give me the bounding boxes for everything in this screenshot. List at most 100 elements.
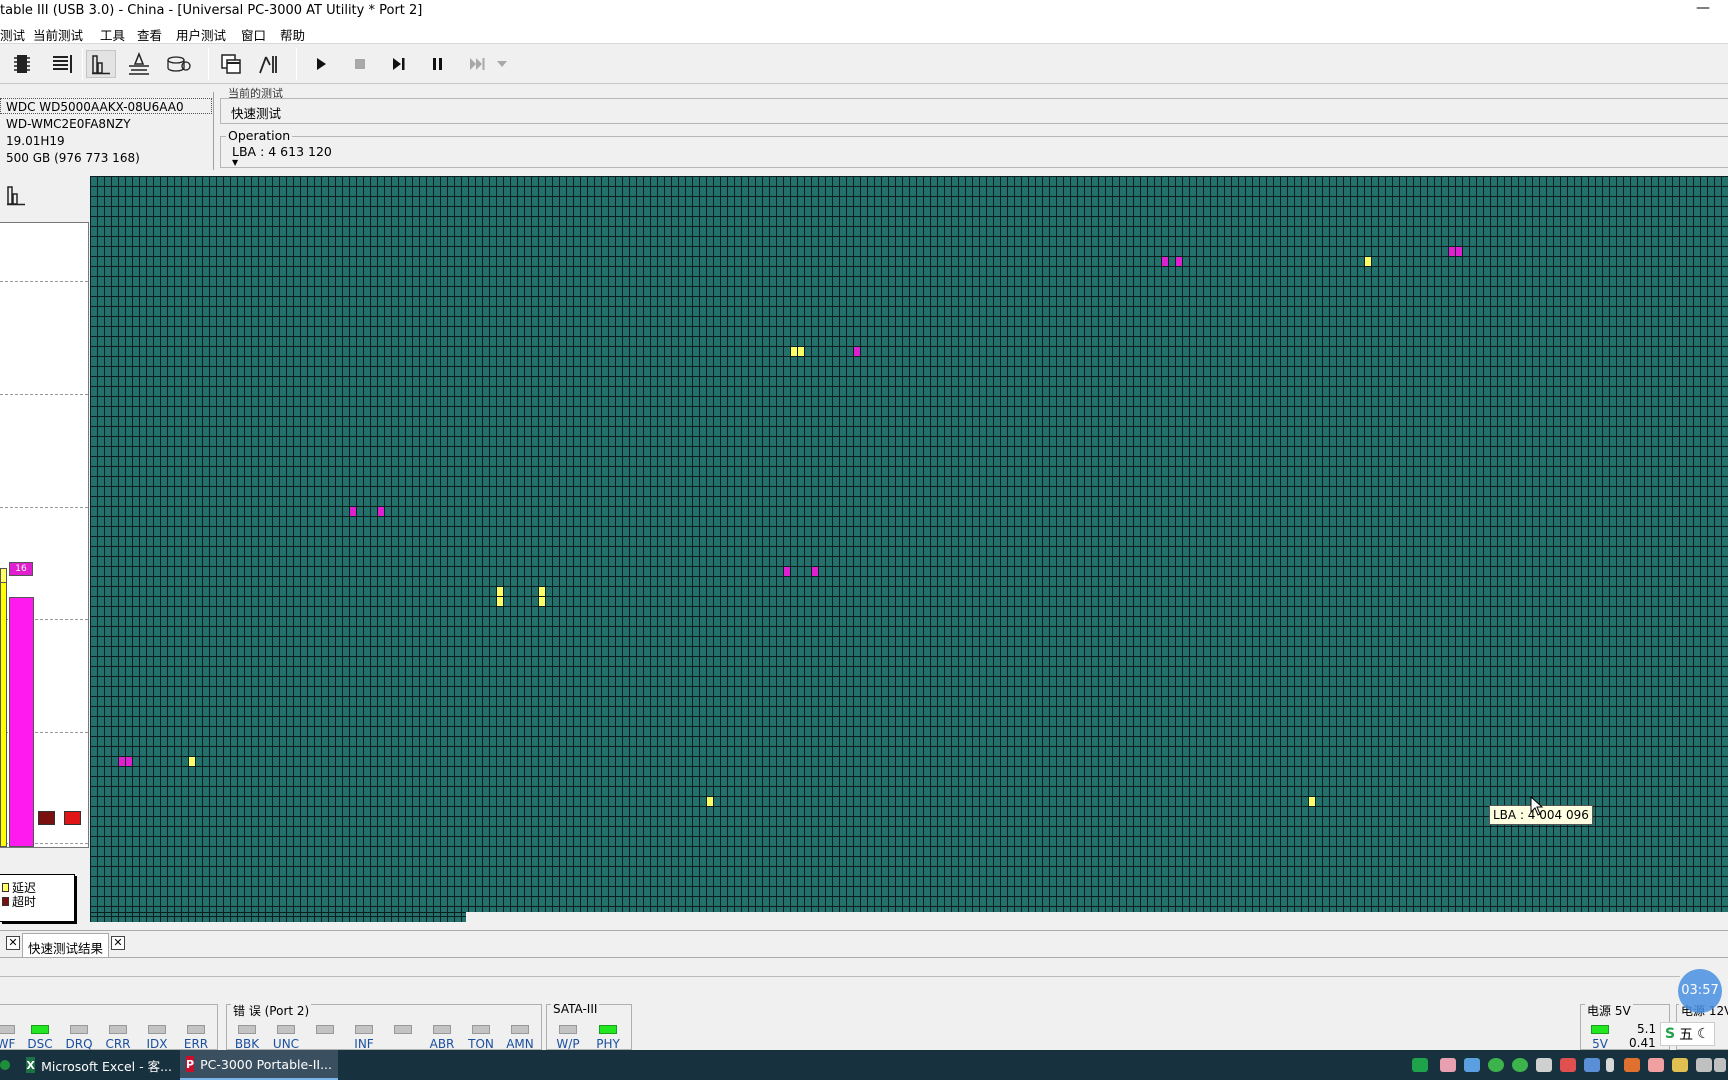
drive-info-panel: WDC WD5000AAKX-08U6AA0 WD-WMC2E0FA8NZY 1… [0,92,214,170]
indicator-wp: W/P [549,1025,587,1051]
title-bar: table III (USB 3.0) - China - [Universal… [0,0,1728,22]
chip-icon[interactable] [7,50,37,78]
indicator-led [148,1025,166,1034]
delay-sector-cell [1365,257,1371,266]
indicator-led [187,1025,205,1034]
indicator-label: UNC [272,1037,300,1051]
play-icon[interactable] [306,50,336,78]
delay-sector-cell [1309,797,1315,806]
dropdown-icon[interactable] [492,50,512,78]
ime-mode[interactable]: 五 [1679,1024,1693,1044]
indicator-crr: CRR [99,1025,137,1051]
tray-app-icon[interactable] [1536,1058,1552,1072]
clock-bubble[interactable]: 03:57 [1678,969,1722,1013]
indicator-led [472,1025,490,1034]
toolbar-separator [208,48,209,80]
current-test-name: 快速测试 [231,106,282,121]
indicator-label: 5V [1592,1037,1608,1051]
indicator-led [1591,1025,1609,1034]
volume-icon[interactable] [1714,1058,1726,1072]
error-sector-cell [1162,257,1168,266]
toolbar-separator [296,48,297,80]
indicator-label: TON [468,1037,494,1051]
drive-icon[interactable] [164,50,194,78]
power-group-title: 电源 5V [1585,1002,1633,1019]
menu-user-test[interactable]: 用户测试 [176,25,226,44]
indicator-label: DRQ [65,1037,93,1051]
pause-icon[interactable] [423,50,453,78]
close-icon[interactable]: ✕ [6,936,20,950]
indicator-led [599,1025,617,1034]
tab-quick-test-results[interactable]: 快速测试结果 [22,933,110,957]
taskbar-pc3000[interactable]: P PC-3000 Portable-II... [180,1050,338,1080]
tray-app-icon[interactable] [1584,1058,1600,1072]
sector-map[interactable]: LBA : 4 004 096 [90,176,1728,922]
tray-app-icon[interactable] [1624,1058,1640,1072]
sogou-icon[interactable]: S [1665,1026,1675,1042]
security-icon[interactable] [1560,1058,1576,1072]
copy-window-icon[interactable] [216,50,246,78]
tray-app-icon[interactable] [1464,1058,1480,1072]
test-tool-icon[interactable] [124,50,154,78]
indicator-led [511,1025,529,1034]
histogram-icon[interactable] [86,50,116,78]
moon-icon[interactable]: ☾ [1697,1026,1710,1042]
indicator-label: ERR [183,1037,209,1051]
delay-sector-cell [497,587,503,596]
battery-icon[interactable] [1696,1058,1712,1072]
menu-help[interactable]: 帮助 [280,25,305,44]
ime-toolbar[interactable]: S 五 ☾ [1660,1022,1715,1046]
error-sector-cell [126,757,132,766]
delay-sector-cell [539,597,545,606]
close-icon[interactable]: ✕ [111,936,125,950]
error-sector-cell [854,347,860,356]
wechat-icon[interactable] [1488,1058,1504,1072]
skip-icon[interactable] [462,50,492,78]
indicator-label: BBK [234,1037,260,1051]
taskbar-app-icon[interactable] [0,1050,16,1080]
menu-view[interactable]: 查看 [137,25,162,44]
stop-icon[interactable] [345,50,375,78]
sector-map-unscanned [466,912,1728,922]
indicator-led [31,1025,49,1034]
indicator-led [559,1025,577,1034]
pane-splitter[interactable] [0,976,1680,977]
tray-app-icon[interactable] [1440,1058,1456,1072]
step-forward-icon[interactable] [384,50,414,78]
drive-firmware: 19.01H19 [6,134,65,148]
indicator-label: ABR [429,1037,455,1051]
sogou-tray-icon[interactable] [1412,1058,1428,1072]
sector-map-edge [90,912,466,913]
run-script-icon[interactable] [253,50,283,78]
menu-tools[interactable]: 工具 [100,25,125,44]
menu-current-test[interactable]: 当前测试 [33,25,83,44]
status-bar: WF DSC DRQ CRR IDX ERR 错 误 (Port 2) BBK … [0,1000,1728,1051]
hist-bar-delay [0,568,7,847]
menu-test[interactable]: 测试 [0,25,25,44]
operation-panel: Operation LBA : 4 613 120 ▼ [220,128,1728,170]
list-icon[interactable] [47,50,77,78]
wechat-icon[interactable] [1512,1058,1528,1072]
microphone-icon[interactable] [1606,1058,1614,1072]
tray-app-icon[interactable] [1648,1058,1664,1072]
hist-gridline [0,394,88,395]
taskbar-pc3000-label: PC-3000 Portable-II... [200,1056,332,1072]
indicator-led [394,1025,412,1034]
indicator-label: W/P [556,1037,580,1051]
minimize-button[interactable]: — [1696,0,1710,16]
current-test-box: 快速测试 [220,98,1728,124]
menu-window[interactable]: 窗口 [241,25,266,44]
operation-value: LBA : 4 613 120 [232,144,332,159]
indicator-unc: UNC [267,1025,305,1051]
delay-sector-cell [707,797,713,806]
taskbar-excel-label: Microsoft Excel - 客... [41,1058,172,1074]
histogram-icon[interactable] [6,184,26,209]
legend-timeout: 超时 [2,893,36,910]
indicator-label: IDX [146,1037,168,1051]
expand-arrow-icon[interactable]: ▼ [232,158,238,167]
taskbar-excel[interactable]: X Microsoft Excel - 客... [20,1050,178,1080]
window-title: table III (USB 3.0) - China - [Universal… [0,3,423,18]
tray-app-icon[interactable] [1672,1058,1688,1072]
indicator-inf: INF [345,1025,383,1051]
power-current: 0.41 [1629,1036,1656,1050]
